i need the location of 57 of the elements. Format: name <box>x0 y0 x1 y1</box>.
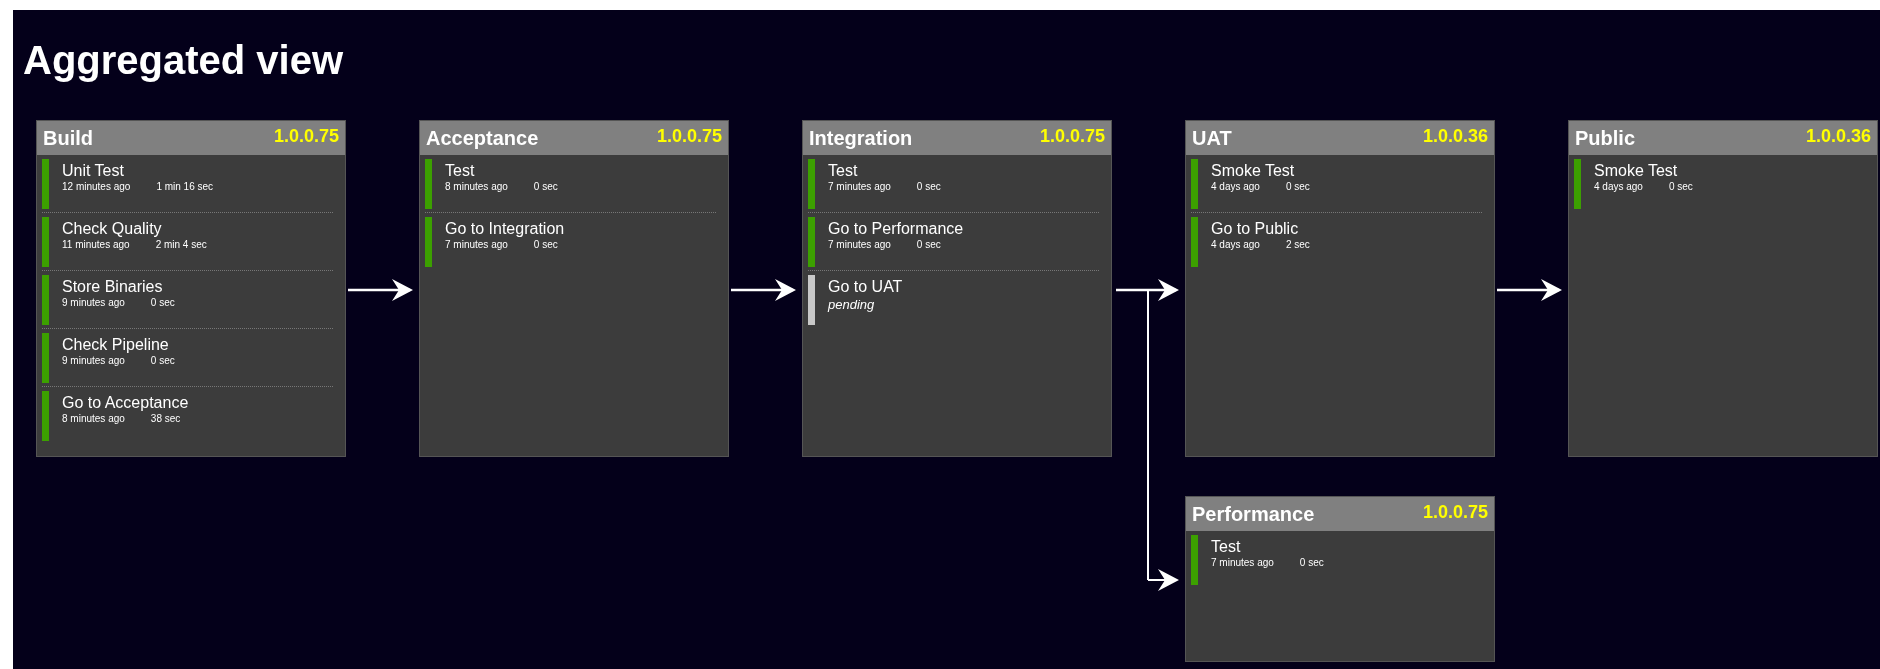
job-time: 7 minutes ago <box>828 180 891 193</box>
stage-name: Integration <box>809 126 913 151</box>
stage-version: 1.0.0.75 <box>273 124 339 148</box>
job-name: Go to Acceptance <box>62 393 189 412</box>
job-time: 4 days ago <box>1211 238 1260 251</box>
stage-name: Public <box>1575 126 1635 151</box>
stage-version: 1.0.0.36 <box>1422 124 1488 148</box>
job-duration: 38 sec <box>150 412 181 425</box>
stage-version: 1.0.0.75 <box>1039 124 1105 148</box>
job-name: Go to Integration <box>445 219 565 238</box>
job-status: pending <box>828 296 875 313</box>
job-duration: 2 sec <box>1285 238 1310 251</box>
job-time: 11 minutes ago <box>62 238 130 251</box>
job-time: 9 minutes ago <box>62 354 125 367</box>
job-name: Check Pipeline <box>62 335 170 354</box>
job-name: Go to Public <box>1211 219 1300 238</box>
job-duration: 0 sec <box>150 354 175 367</box>
job-time: 4 days ago <box>1211 180 1260 193</box>
page-title: Aggregated view <box>23 37 345 84</box>
flow-arrow <box>348 279 413 301</box>
job-name: Unit Test <box>62 161 125 180</box>
job-duration: 0 sec <box>533 180 558 193</box>
stage-version: 1.0.0.36 <box>1805 124 1871 148</box>
stage-name: Build <box>43 126 93 151</box>
stage-version: 1.0.0.75 <box>1422 500 1488 524</box>
job-name: Test <box>445 161 476 180</box>
job-time: 7 minutes ago <box>445 238 508 251</box>
job-duration: 0 sec <box>150 296 175 309</box>
stage-name: UAT <box>1192 126 1232 151</box>
flow-arrow <box>731 279 796 301</box>
job-name: Smoke Test <box>1594 161 1679 180</box>
job-name: Go to UAT <box>828 277 903 296</box>
job-name: Test <box>1211 537 1242 556</box>
job-time: 4 days ago <box>1594 180 1643 193</box>
job-duration: 0 sec <box>1299 556 1324 569</box>
job-duration: 2 min 4 sec <box>155 238 207 251</box>
job-duration: 0 sec <box>916 238 941 251</box>
stage-name: Performance <box>1192 502 1315 527</box>
job-time: 8 minutes ago <box>445 180 508 193</box>
job-duration: 1 min 16 sec <box>156 180 214 193</box>
job-duration: 0 sec <box>533 238 558 251</box>
job-time: 8 minutes ago <box>62 412 125 425</box>
stage-version: 1.0.0.75 <box>656 124 722 148</box>
job-name: Go to Performance <box>828 219 964 238</box>
job-duration: 0 sec <box>916 180 941 193</box>
job-name: Store Binaries <box>62 277 164 296</box>
flow-arrow <box>1497 279 1562 301</box>
stage-name: Acceptance <box>426 126 539 151</box>
job-duration: 0 sec <box>1668 180 1693 193</box>
job-time: 12 minutes ago <box>62 180 131 193</box>
job-time: 7 minutes ago <box>1211 556 1274 569</box>
job-name: Check Quality <box>62 219 163 238</box>
job-time: 9 minutes ago <box>62 296 125 309</box>
job-time: 7 minutes ago <box>828 238 891 251</box>
job-duration: 0 sec <box>1285 180 1310 193</box>
job-name: Smoke Test <box>1211 161 1296 180</box>
job-name: Test <box>828 161 859 180</box>
